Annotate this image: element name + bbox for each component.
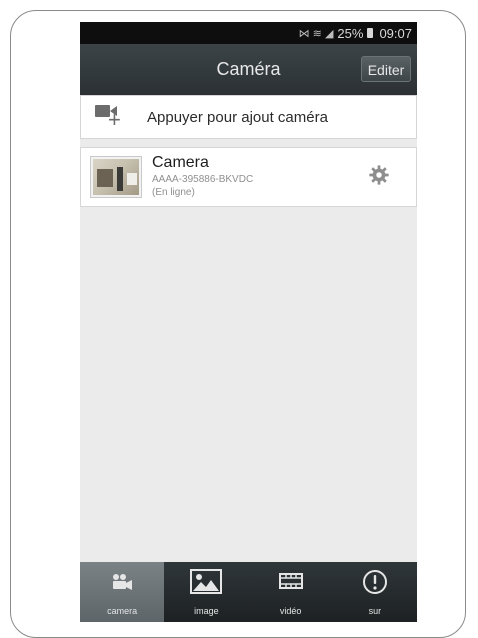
bottom-tab-bar: camera image vidéo sur — [80, 562, 417, 622]
camera-name: Camera — [152, 154, 209, 171]
camera-status: (En ligne) — [152, 187, 195, 198]
clock: 09:07 — [379, 25, 412, 41]
battery-icon — [367, 28, 374, 38]
phone-screen: ⋈ ≋ ◢ 25% 09:07 Caméra Editer + Appuyer … — [80, 22, 417, 622]
camera-tab-icon — [113, 574, 133, 590]
tab-camera-label: camera — [107, 606, 138, 616]
tab-video-label: vidéo — [279, 606, 302, 616]
tab-video[interactable]: vidéo — [249, 562, 333, 622]
camera-add-icon: + — [81, 95, 131, 139]
camera-thumbnail — [91, 157, 141, 197]
tab-info[interactable]: sur — [333, 562, 417, 622]
battery-percent: 25% — [337, 25, 364, 41]
tab-info-label: sur — [368, 606, 382, 616]
video-tab-icon — [278, 573, 303, 589]
add-camera-label: Appuyer pour ajout caméra — [147, 108, 328, 126]
image-tab-icon — [190, 569, 223, 594]
edit-button[interactable]: Editer — [361, 56, 411, 82]
add-camera-row[interactable]: + Appuyer pour ajout caméra — [80, 95, 417, 139]
info-tab-icon — [362, 570, 387, 594]
gear-icon[interactable] — [368, 164, 390, 186]
tab-image[interactable]: image — [164, 562, 248, 622]
tab-camera[interactable]: camera — [80, 562, 165, 622]
status-bar: ⋈ ≋ ◢ 25% 09:07 — [80, 22, 417, 44]
camera-list-item[interactable]: Camera AAAA-395886-BKVDC (En ligne) — [80, 147, 417, 207]
camera-id: AAAA-395886-BKVDC — [152, 174, 254, 185]
signal-icons: ⋈ ≋ ◢ — [298, 27, 334, 40]
tab-image-label: image — [194, 606, 219, 616]
